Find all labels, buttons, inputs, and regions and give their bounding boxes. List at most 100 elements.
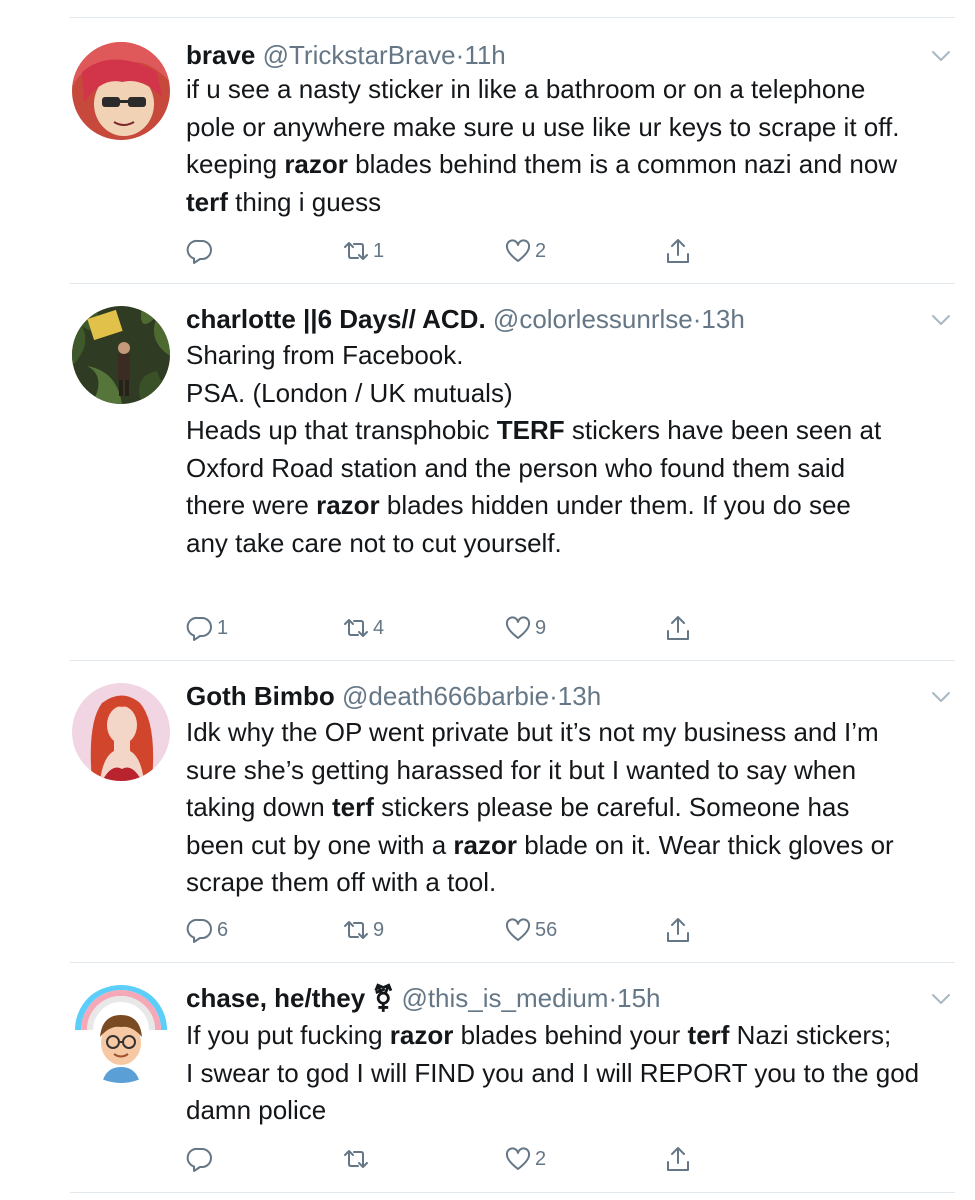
highlighted-keyword: razor	[389, 1020, 454, 1050]
display-name[interactable]: brave	[186, 40, 255, 70]
like-button[interactable]: 9	[504, 612, 546, 644]
tweet-header: Goth Bimbo @death666barbie·13h	[186, 679, 925, 713]
reply-button[interactable]	[186, 235, 217, 267]
avatar[interactable]	[72, 683, 170, 781]
like-count: 2	[535, 239, 547, 262]
avatar-image-jungle-poster	[72, 306, 170, 404]
text-run: Idk why the OP went private but it’s not…	[186, 717, 879, 747]
text-run: PSA. (London / UK mutuals)	[186, 377, 513, 408]
share-button[interactable]	[664, 612, 692, 644]
tweet-text-line: I swear to god I will FIND you and I wil…	[186, 1055, 956, 1093]
timestamp[interactable]: 11h	[464, 40, 505, 70]
share-button[interactable]	[664, 914, 692, 946]
highlighted-keyword: TERF	[496, 415, 565, 445]
separator-dot: ·	[455, 40, 465, 70]
like-button[interactable]: 2	[504, 1143, 546, 1175]
reply-icon	[186, 616, 212, 641]
text-run: any take care not to cut yourself.	[186, 527, 562, 558]
chevron-down-icon[interactable]	[929, 44, 953, 68]
text-run: damn police	[186, 1095, 327, 1125]
avatar-image-red-hair-portrait	[72, 683, 170, 781]
text-run: Nazi stickers;	[729, 1020, 892, 1050]
text-run: been cut by one with a	[186, 829, 454, 860]
tweet-text: Sharing from Facebook. PSA. (London / UK…	[186, 337, 956, 562]
text-run: blades hidden under them. If you do see	[379, 490, 851, 520]
retweet-icon	[344, 619, 368, 637]
text-run: Oxford Road station and the person who f…	[186, 452, 846, 483]
action-bar: 2	[186, 1143, 706, 1175]
text-run: I swear to god I will FIND you and I wil…	[186, 1057, 920, 1088]
tweet-text-line: If you put fucking razor blades behind y…	[186, 1017, 956, 1055]
text-run: if u see a nasty sticker in like a bathr…	[186, 74, 866, 104]
share-icon	[667, 1147, 689, 1171]
text-run: blades behind your	[453, 1020, 688, 1050]
tweet-header: brave @TrickstarBrave·11h	[186, 38, 925, 72]
heart-icon	[505, 1147, 531, 1170]
tweet-divider	[70, 283, 955, 284]
timestamp[interactable]: 13h	[558, 681, 601, 711]
tweet-text-line: damn police	[186, 1092, 956, 1130]
reply-button[interactable]	[186, 1143, 217, 1175]
display-name[interactable]: Goth Bimbo	[186, 681, 335, 711]
share-button[interactable]	[664, 1143, 692, 1175]
tweet-text-line: sure she’s getting harassed for it but I…	[186, 752, 956, 790]
reply-button[interactable]: 6	[186, 914, 228, 946]
action-bar: 6 9 56	[186, 914, 706, 946]
user-handle[interactable]: @colorlessunrlse	[493, 304, 693, 334]
tweet-text-line: PSA. (London / UK mutuals)	[186, 375, 956, 413]
tweet-text-line: pole or anywhere make sure u use like ur…	[186, 109, 956, 147]
tweet-text-line: been cut by one with a razor blade on it…	[186, 827, 956, 865]
user-handle[interactable]: @this_is_medium	[401, 983, 608, 1013]
chevron-down-icon[interactable]	[929, 308, 953, 332]
action-bar: 1 2	[186, 235, 706, 267]
like-button[interactable]: 56	[504, 914, 557, 946]
display-name[interactable]: charlotte ||6 Days// ACD.	[186, 304, 486, 334]
tweet-text-line: taking down terf stickers please be care…	[186, 789, 956, 827]
like-count: 56	[535, 918, 558, 941]
tweet-text: If you put fucking razor blades behind y…	[186, 1017, 956, 1130]
chevron-down-icon[interactable]	[929, 685, 953, 709]
display-name[interactable]: chase, he/they ⚧	[186, 983, 394, 1013]
text-run: If you put fucking	[186, 1020, 390, 1050]
retweet-count: 1	[373, 239, 385, 262]
like-button[interactable]: 2	[504, 235, 546, 267]
text-run: Sharing from Facebook.	[186, 340, 464, 370]
separator-dot: ·	[608, 983, 618, 1013]
text-run: taking down	[186, 792, 332, 822]
tweet-text: if u see a nasty sticker in like a bathr…	[186, 71, 956, 221]
text-run: blade on it. Wear thick gloves or	[516, 829, 894, 860]
avatar[interactable]	[72, 985, 170, 1083]
text-run: Heads up that transphobic	[186, 415, 497, 445]
highlighted-keyword: razor	[316, 490, 380, 520]
heart-icon	[505, 616, 531, 639]
retweet-icon	[344, 921, 368, 939]
text-run: sure she’s getting harassed for it but I…	[186, 754, 857, 785]
heart-icon	[505, 239, 531, 262]
timestamp[interactable]: 13h	[701, 304, 744, 334]
reply-button[interactable]: 1	[186, 612, 228, 644]
text-run: stickers please be careful. Someone has	[373, 792, 850, 822]
avatar[interactable]	[72, 306, 170, 404]
highlighted-keyword: terf	[186, 186, 228, 217]
retweet-button[interactable]: 9	[342, 914, 384, 946]
user-handle[interactable]: @TrickstarBrave	[263, 40, 456, 70]
user-handle[interactable]: @death666barbie	[342, 681, 549, 711]
tweet-text-line: there were razor blades hidden under the…	[186, 487, 956, 525]
retweet-button[interactable]	[342, 1143, 373, 1175]
avatar-image-cartoon-with-rainbow	[72, 985, 170, 1083]
action-bar: 1 4 9	[186, 612, 706, 644]
share-button[interactable]	[664, 235, 692, 267]
tweet-text-line: Oxford Road station and the person who f…	[186, 450, 956, 488]
tweet-text-line: if u see a nasty sticker in like a bathr…	[186, 71, 956, 109]
chevron-down-icon[interactable]	[929, 987, 953, 1011]
text-run: blades behind them is a common nazi and …	[347, 149, 898, 179]
retweet-button[interactable]: 1	[342, 235, 384, 267]
heart-icon	[505, 918, 531, 941]
tweet-divider	[70, 660, 955, 661]
retweet-button[interactable]: 4	[342, 612, 384, 644]
avatar[interactable]	[72, 42, 170, 140]
reply-icon	[186, 918, 212, 943]
retweet-icon	[344, 242, 368, 260]
timestamp[interactable]: 15h	[617, 983, 660, 1013]
reply-icon	[186, 1147, 212, 1172]
